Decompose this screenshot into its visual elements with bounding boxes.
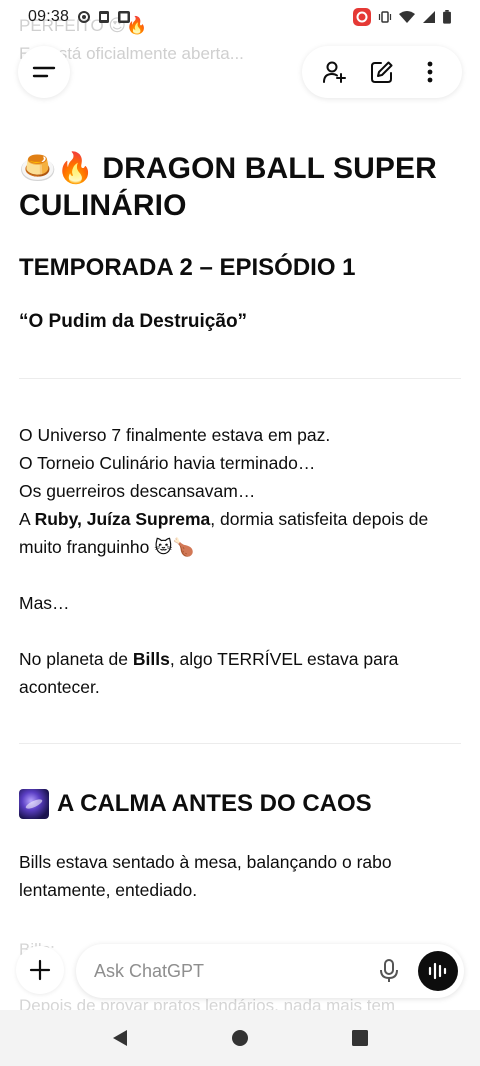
- menu-button[interactable]: [18, 46, 70, 98]
- voice-waveform-icon: [428, 962, 447, 980]
- menu-icon: [32, 66, 56, 78]
- section-title: A CALMA ANTES DO CAOS: [57, 790, 372, 817]
- plus-icon: [29, 959, 51, 981]
- status-time: 09:38: [28, 8, 70, 25]
- add-person-icon: [323, 61, 346, 83]
- paragraph-but: Mas…: [19, 593, 70, 613]
- record-status-icon: [353, 8, 371, 26]
- divider: [19, 378, 461, 379]
- intro-line-2: O Torneio Culinário havia terminado…: [19, 453, 316, 473]
- episode-title: “O Pudim da Destruição”: [19, 311, 248, 332]
- sim-status-icon: [99, 11, 110, 23]
- paragraph-bills-table: Bills estava sentado à mesa, balançando …: [19, 852, 392, 900]
- signal-icon: [423, 11, 435, 23]
- header-actions: [302, 46, 462, 98]
- paragraph-intro: O Universo 7 finalmente estava em paz. O…: [19, 421, 461, 561]
- more-vertical-icon: [427, 61, 433, 83]
- attach-button[interactable]: [16, 946, 64, 994]
- bills-name: Bills: [132, 649, 170, 669]
- composer: [76, 944, 464, 998]
- notification-status-icon: [118, 11, 131, 23]
- recents-button[interactable]: [340, 1018, 380, 1058]
- season-heading: TEMPORADA 2 – EPISÓDIO 1: [19, 254, 356, 281]
- status-bar: 09:38: [0, 0, 480, 34]
- title-emoji: 🍮🔥: [19, 151, 94, 186]
- composer-bar: [0, 940, 480, 1010]
- back-triangle-icon: [113, 1030, 127, 1046]
- add-person-button[interactable]: [314, 52, 354, 92]
- judge-name: Ruby, Juíza Suprema: [34, 509, 211, 529]
- divider: [19, 743, 461, 744]
- vibrate-status-icon: [378, 11, 392, 23]
- recents-square-icon: [352, 1030, 368, 1046]
- new-chat-button[interactable]: [362, 52, 402, 92]
- settings-status-icon: [78, 11, 91, 23]
- home-circle-icon: [232, 1030, 248, 1046]
- voice-mode-button[interactable]: [418, 951, 458, 991]
- article-title: 🍮🔥 DRAGON BALL SUPER CULINÁRIO: [19, 150, 461, 224]
- section-heading: A CALMA ANTES DO CAOS: [19, 788, 461, 820]
- intro-line-4: A Ruby, Juíza Suprema, dormia satisfeita…: [19, 509, 429, 557]
- edit-icon: [371, 61, 393, 83]
- more-options-button[interactable]: [410, 52, 450, 92]
- battery-icon: [443, 10, 451, 24]
- chat-message: 🍮🔥 DRAGON BALL SUPER CULINÁRIO TEMPORADA…: [19, 150, 461, 904]
- intro-line-3: Os guerreiros descansavam…: [19, 481, 256, 501]
- back-button[interactable]: [100, 1018, 140, 1058]
- dictate-button[interactable]: [374, 956, 404, 986]
- paragraph-bills: No planeta de Bills, algo TERRÍVEL estav…: [19, 649, 399, 697]
- home-button[interactable]: [220, 1018, 260, 1058]
- wifi-icon: [399, 11, 415, 23]
- prompt-input[interactable]: [94, 960, 364, 982]
- microphone-icon: [380, 959, 398, 982]
- galaxy-icon: [19, 789, 49, 819]
- intro-line-1: O Universo 7 finalmente estava em paz.: [19, 425, 331, 445]
- system-navigation-bar: [0, 1010, 480, 1066]
